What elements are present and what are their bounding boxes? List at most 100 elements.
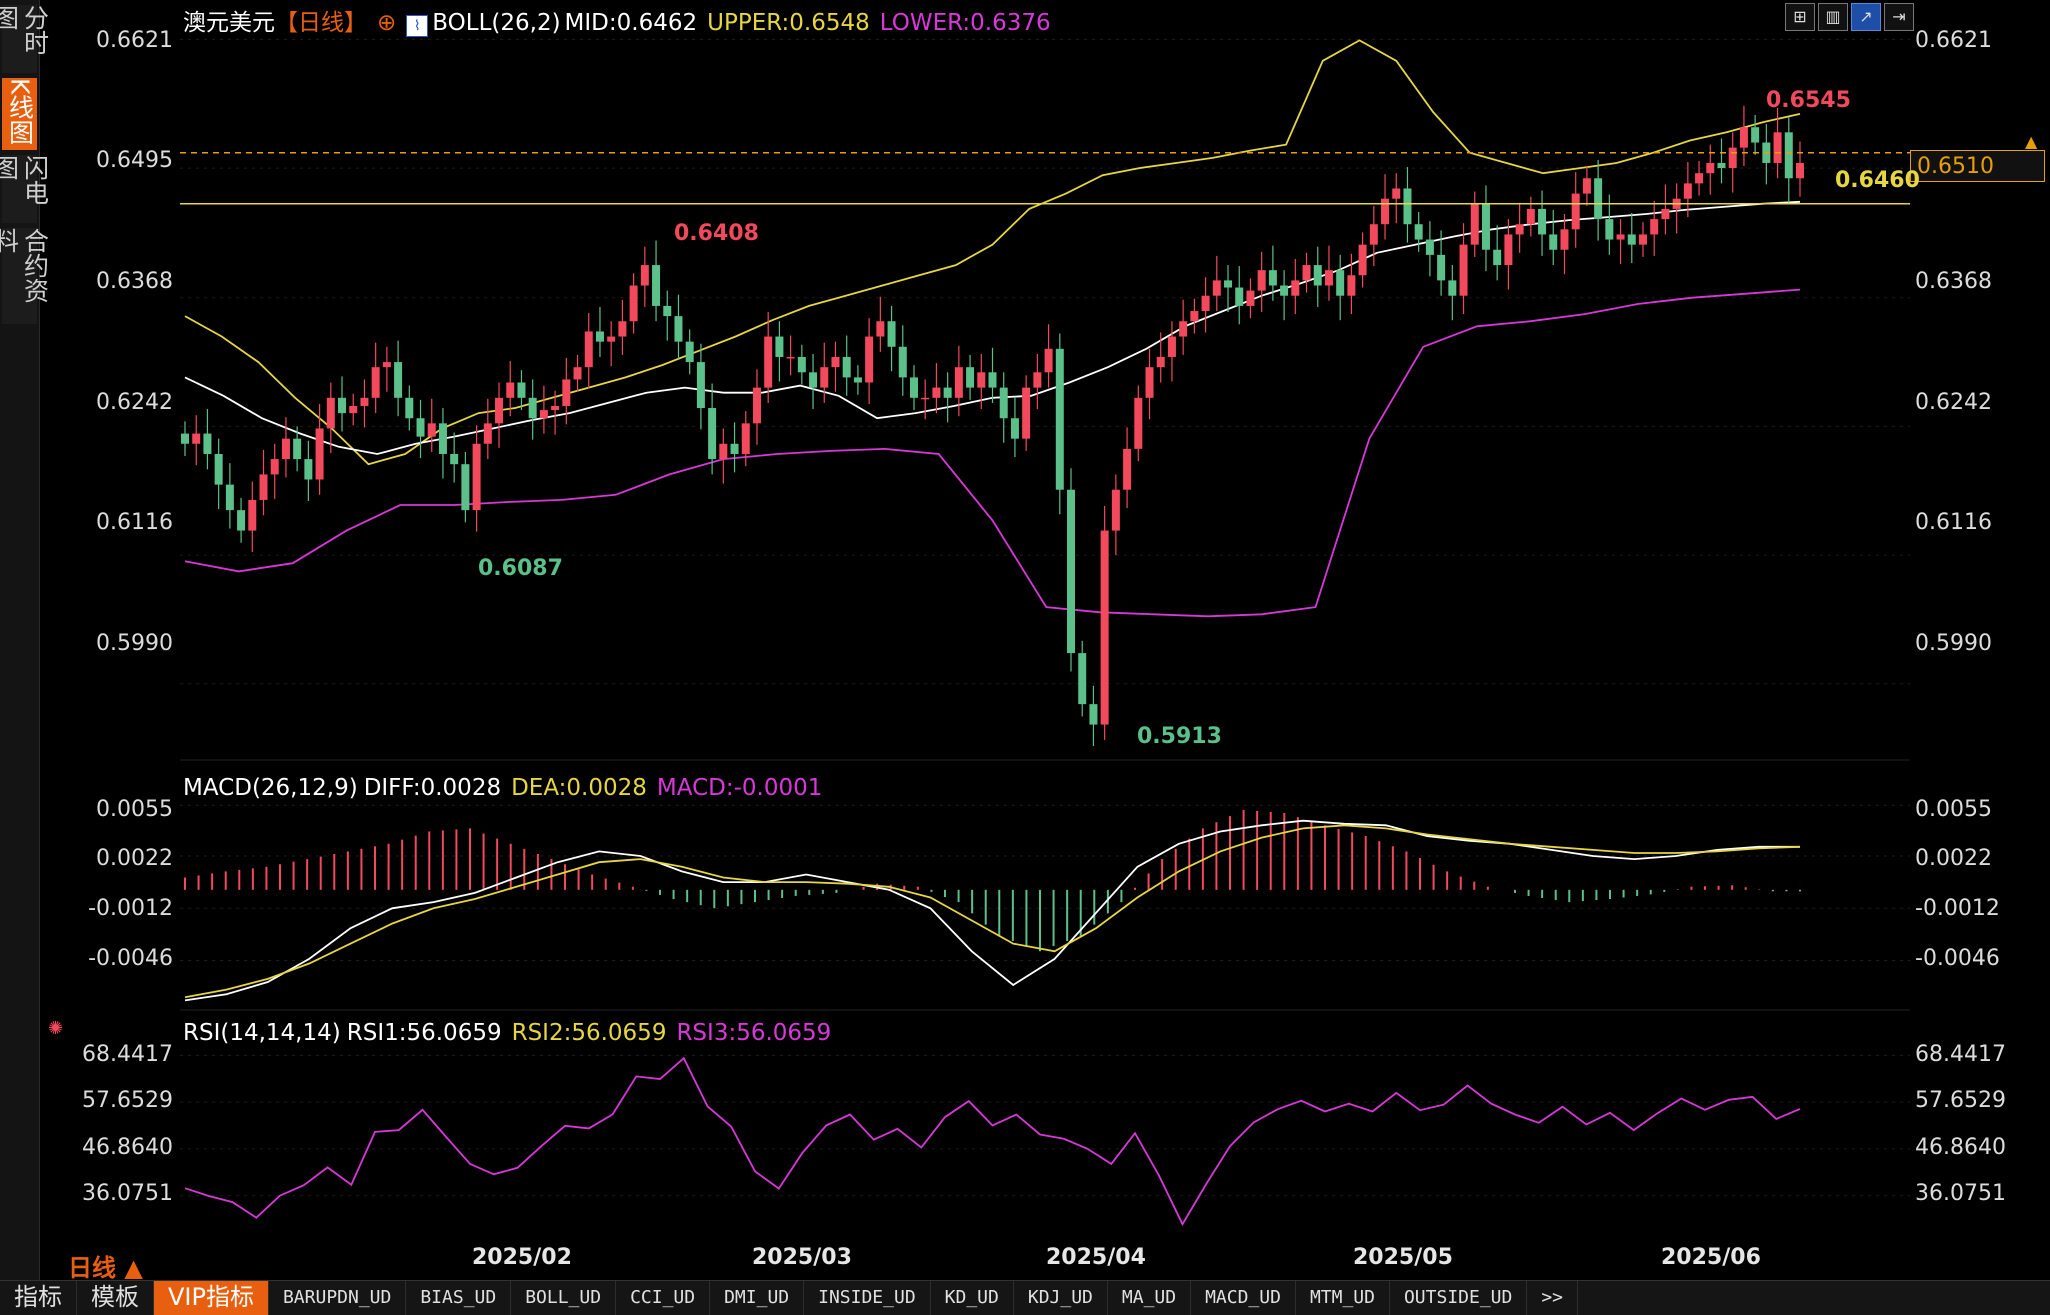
candle-body: [1224, 280, 1233, 288]
candle-body: [674, 316, 683, 342]
cci-button[interactable]: CCI_UD: [616, 1281, 711, 1315]
vip-indicator-button[interactable]: VIP指标: [154, 1281, 269, 1315]
candle-body: [853, 377, 862, 383]
candle-body: [1549, 234, 1558, 250]
candle-body: [1033, 372, 1042, 388]
bias-button[interactable]: BIAS_UD: [406, 1281, 512, 1315]
candle-body: [1470, 203, 1479, 245]
candle-body: [1784, 132, 1793, 179]
candle-body: [640, 265, 649, 286]
candle-body: [876, 321, 885, 337]
candle-body: [1627, 234, 1636, 245]
rsi-line: [184, 1056, 1801, 1227]
kd-button[interactable]: KD_UD: [931, 1281, 1014, 1315]
candle-body: [820, 367, 829, 388]
candle-body: [696, 362, 705, 409]
barupdn-button[interactable]: BARUPDN_UD: [269, 1281, 407, 1315]
candle-body: [1773, 132, 1782, 163]
candle-body: [259, 474, 268, 500]
candle-body: [629, 285, 638, 322]
candle-body: [539, 410, 548, 419]
candle-body: [1538, 208, 1547, 235]
candle-body: [1291, 280, 1300, 296]
candle-body: [708, 408, 717, 460]
candle-body: [315, 428, 324, 480]
candle-body: [1145, 367, 1154, 398]
candle-body: [764, 336, 773, 388]
candle-body: [1683, 183, 1692, 199]
candle-body: [461, 464, 470, 511]
outside-button[interactable]: OUTSIDE_UD: [1390, 1281, 1528, 1315]
candle-body: [1167, 336, 1176, 357]
kdj-button[interactable]: KDJ_UD: [1014, 1281, 1108, 1315]
inside-button[interactable]: INSIDE_UD: [804, 1281, 931, 1315]
indicator-button[interactable]: 指标: [0, 1281, 77, 1315]
candle-body: [1078, 653, 1087, 705]
candle-body: [1246, 290, 1255, 306]
candle-body: [1638, 234, 1647, 245]
candle-body: [842, 356, 851, 378]
candle-body: [416, 418, 425, 437]
candle-body: [887, 321, 896, 347]
candle-body: [573, 367, 582, 380]
candle-body: [618, 321, 627, 337]
candle-body: [1459, 244, 1468, 296]
candle-body: [551, 405, 560, 411]
chart-canvas[interactable]: [0, 0, 2050, 1280]
candle-body: [1044, 348, 1053, 373]
more-button[interactable]: >>: [1527, 1281, 1579, 1315]
candle-body: [730, 443, 739, 454]
candle-body: [203, 433, 212, 454]
candle-body: [281, 438, 290, 460]
candle-body: [1010, 418, 1019, 439]
candle-body: [999, 387, 1008, 419]
candle-body: [752, 387, 761, 424]
candle-body: [663, 305, 672, 317]
candle-body: [1347, 275, 1356, 296]
candle-body: [1257, 270, 1266, 291]
template-button[interactable]: 模板: [77, 1281, 154, 1315]
boll-button[interactable]: BOLL_UD: [511, 1281, 617, 1315]
candle-body: [865, 336, 874, 383]
candle-body: [1123, 448, 1132, 490]
candle-body: [1448, 280, 1457, 296]
candle-body: [1695, 173, 1704, 184]
candle-body: [326, 397, 335, 429]
candle-body: [1414, 224, 1423, 240]
boll-bands: [184, 39, 1801, 618]
candle-body: [304, 459, 313, 480]
candle-body: [1582, 178, 1591, 194]
candle-body: [1324, 270, 1333, 286]
candle-body: [1425, 239, 1434, 255]
candle-body: [528, 397, 537, 419]
candle-body: [932, 387, 941, 398]
horizontal-lines: [180, 151, 1910, 205]
candle-body: [349, 405, 358, 414]
candle-body: [1280, 285, 1289, 296]
macd-button[interactable]: MACD_UD: [1191, 1281, 1296, 1315]
candle-body: [1616, 234, 1625, 240]
candle-body: [270, 459, 279, 475]
candle-body: [595, 331, 604, 342]
candle-body: [1717, 162, 1726, 169]
candle-body: [921, 397, 930, 400]
bottom-indicator-bar: 指标 模板 VIP指标 BARUPDN_UD BIAS_UD BOLL_UD C…: [0, 1280, 2050, 1315]
candle-body: [607, 336, 616, 342]
candle-body: [1212, 280, 1221, 296]
candle-body: [214, 453, 223, 485]
candle-body: [1796, 162, 1804, 179]
ma-button[interactable]: MA_UD: [1108, 1281, 1192, 1315]
candle-body: [685, 341, 694, 363]
candle-body: [192, 433, 201, 444]
candle-body: [405, 397, 414, 419]
candle-body: [1111, 489, 1120, 531]
candle-body: [909, 377, 918, 398]
mtm-button[interactable]: MTM_UD: [1296, 1281, 1390, 1315]
candle-body: [427, 423, 436, 437]
candle-body: [775, 336, 784, 357]
dmi-button[interactable]: DMI_UD: [710, 1281, 805, 1315]
candle-body: [988, 372, 997, 388]
candle-body: [1268, 270, 1277, 286]
candle-body: [1055, 348, 1064, 490]
candle-body: [382, 362, 391, 368]
